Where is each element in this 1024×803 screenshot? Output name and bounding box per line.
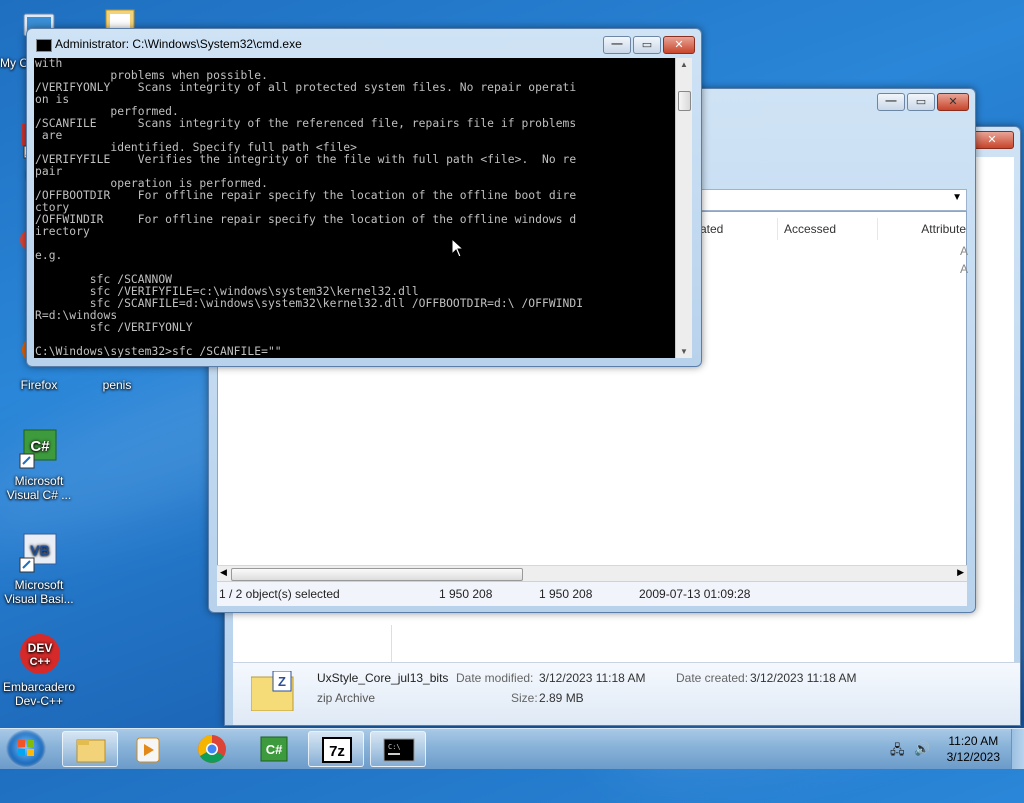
scrollbar-thumb[interactable]: [678, 91, 691, 111]
console-text: with problems when possible. /VERIFYONLY…: [35, 58, 584, 358]
status-bar: 1 / 2 object(s) selected 1 950 208 1 950…: [217, 581, 967, 606]
network-icon[interactable]: 🖧: [890, 741, 905, 763]
date-created-value: 3/12/2023 11:18 AM: [750, 671, 857, 685]
status-selected: 1 / 2 object(s) selected: [219, 587, 340, 601]
desktop-icon-label: Microsoft Visual C# ...: [6, 474, 72, 502]
clock-date: 3/12/2023: [946, 750, 1000, 764]
7zip-icon: 7z: [322, 737, 352, 763]
status-size-2: 1 950 208: [539, 587, 593, 601]
horizontal-scrollbar[interactable]: ◀ ▶: [217, 565, 967, 582]
cmd-icon: C:\: [383, 738, 415, 762]
close-button[interactable]: ✕: [937, 93, 969, 111]
column-header-created[interactable]: ated: [694, 218, 778, 240]
details-pane: Z UxStyle_Core_jul13_bits zip Archive Da…: [233, 662, 1020, 725]
close-button[interactable]: ✕: [663, 36, 695, 54]
svg-text:Z: Z: [278, 674, 286, 689]
size-value: 2.89 MB: [539, 691, 584, 705]
desktop-icon-visual-basic[interactable]: VB Microsoft Visual Basi...: [0, 530, 78, 606]
taskbar-media-player[interactable]: [121, 731, 177, 767]
maximize-button[interactable]: ▭: [633, 36, 661, 54]
desktop-icon-label: Embarcadero Dev-C++: [2, 680, 76, 708]
svg-text:C++: C++: [30, 656, 51, 668]
minimize-button[interactable]: —: [603, 36, 631, 54]
show-desktop-button[interactable]: [1011, 729, 1024, 769]
media-player-icon: [136, 737, 160, 763]
scroll-left-icon[interactable]: ◀: [220, 567, 227, 578]
visual-csharp-icon: C#: [16, 426, 62, 472]
devcpp-icon: DEV C++: [16, 632, 62, 678]
scroll-up-icon[interactable]: ▲: [676, 60, 692, 69]
taskbar-visual-csharp[interactable]: C#: [246, 731, 302, 767]
window-controls: — ▭ ✕: [603, 36, 695, 54]
maximize-button[interactable]: ▭: [907, 93, 935, 111]
vertical-scrollbar[interactable]: ▲ ▼: [675, 58, 692, 358]
start-button[interactable]: [6, 730, 46, 768]
attribute-value: A: [960, 262, 969, 276]
clock-time: 11:20 AM: [948, 734, 999, 748]
volume-icon[interactable]: 🔊: [914, 741, 930, 757]
desktop-icon-label: Firefox: [20, 378, 58, 392]
column-header-accessed[interactable]: Accessed: [778, 218, 878, 240]
cmd-icon: [36, 39, 52, 52]
desktop-icon-label: penis: [102, 378, 132, 392]
window-title: Administrator: C:\Windows\System32\cmd.e…: [55, 37, 302, 51]
scroll-right-icon[interactable]: ▶: [957, 567, 964, 578]
chrome-icon: [198, 735, 226, 763]
svg-text:C:\: C:\: [388, 743, 401, 751]
visual-basic-icon: VB: [16, 530, 62, 576]
desktop-icon-label: Microsoft Visual Basi...: [4, 578, 74, 606]
scrollbar-thumb[interactable]: [231, 568, 523, 581]
date-modified-value: 3/12/2023 11:18 AM: [539, 671, 646, 685]
column-header-attribute[interactable]: Attribute: [878, 218, 968, 240]
minimize-button[interactable]: —: [877, 93, 905, 111]
clock[interactable]: 11:20 AM 3/12/2023: [947, 733, 1000, 765]
visual-csharp-icon: C#: [260, 736, 288, 762]
attribute-value: A: [960, 244, 969, 258]
chevron-down-icon[interactable]: ▼: [952, 192, 962, 203]
taskbar-7zip[interactable]: 7z: [308, 731, 364, 767]
svg-text:DEV: DEV: [28, 641, 53, 655]
taskbar-explorer[interactable]: [62, 731, 118, 767]
mouse-cursor-icon: [451, 237, 465, 261]
window-controls: — ▭ ✕: [877, 93, 969, 111]
svg-text:VB: VB: [30, 542, 49, 558]
svg-text:7z: 7z: [329, 743, 345, 760]
date-modified-label: Date modified:: [456, 671, 534, 685]
svg-text:C#: C#: [30, 438, 50, 455]
console-output[interactable]: with problems when possible. /VERIFYONLY…: [34, 58, 692, 358]
windows-logo-icon: [18, 740, 34, 756]
details-filetype: zip Archive: [317, 691, 376, 705]
cmd-window[interactable]: Administrator: C:\Windows\System32\cmd.e…: [26, 28, 702, 367]
svg-text:C#: C#: [266, 742, 283, 757]
zip-archive-icon: Z: [250, 670, 295, 712]
status-size-1: 1 950 208: [439, 587, 493, 601]
desktop-icon-devcpp[interactable]: DEV C++ Embarcadero Dev-C++: [0, 632, 78, 708]
taskbar-cmd[interactable]: C:\: [370, 731, 426, 767]
scroll-down-icon[interactable]: ▼: [676, 347, 692, 356]
taskbar-chrome[interactable]: [184, 731, 240, 767]
close-button[interactable]: ✕: [970, 131, 1014, 149]
desktop-icon-visual-csharp[interactable]: C# Microsoft Visual C# ...: [0, 426, 78, 502]
taskbar: C# 7z C:\ 🖧 🔊 11:20 AM 3/12/2023: [0, 728, 1024, 769]
date-created-label: Date created:: [676, 671, 749, 685]
folder-icon: [76, 739, 106, 763]
status-date: 2009-07-13 01:09:28: [639, 587, 751, 601]
details-filename: UxStyle_Core_jul13_bits: [317, 671, 449, 685]
size-label: Size:: [511, 691, 538, 705]
